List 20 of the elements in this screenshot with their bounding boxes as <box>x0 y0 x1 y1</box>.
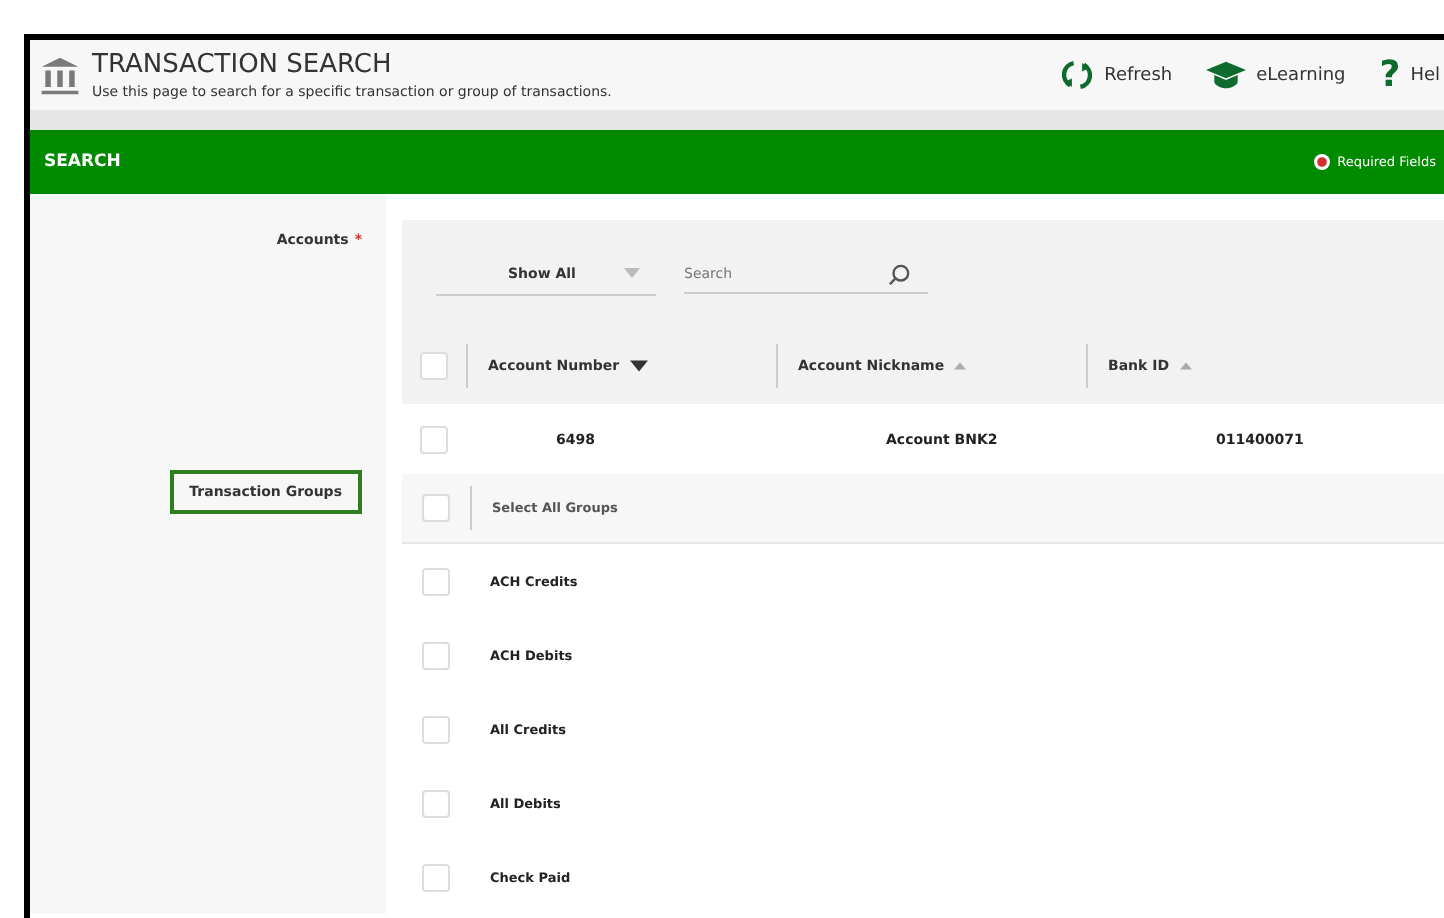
header-link[interactable]: eLearning <box>1256 65 1346 85</box>
row-checkbox[interactable] <box>420 425 448 454</box>
page-title: TRANSACTION SEARCH <box>92 50 394 80</box>
group-checkbox[interactable] <box>422 641 450 669</box>
required-icon <box>1313 154 1330 170</box>
select-all-groups-checkbox[interactable] <box>422 494 450 523</box>
group-checkbox[interactable] <box>422 789 450 817</box>
group-checkbox[interactable] <box>422 715 450 743</box>
section-title: SEARCH <box>44 152 121 172</box>
group-checkbox[interactable] <box>422 567 450 595</box>
header-link[interactable]: Hel <box>1410 65 1440 85</box>
caret-icon <box>624 268 640 278</box>
refresh-icon[interactable] <box>1060 58 1095 92</box>
group-checkbox[interactable] <box>422 863 450 891</box>
bank-icon <box>38 53 82 97</box>
search-icon <box>888 263 910 285</box>
select-all-checkbox[interactable] <box>420 352 448 380</box>
header-link[interactable]: Refresh <box>1104 65 1173 85</box>
graduation-cap-icon[interactable] <box>1206 60 1247 90</box>
help-icon[interactable]: ? <box>1379 57 1401 93</box>
